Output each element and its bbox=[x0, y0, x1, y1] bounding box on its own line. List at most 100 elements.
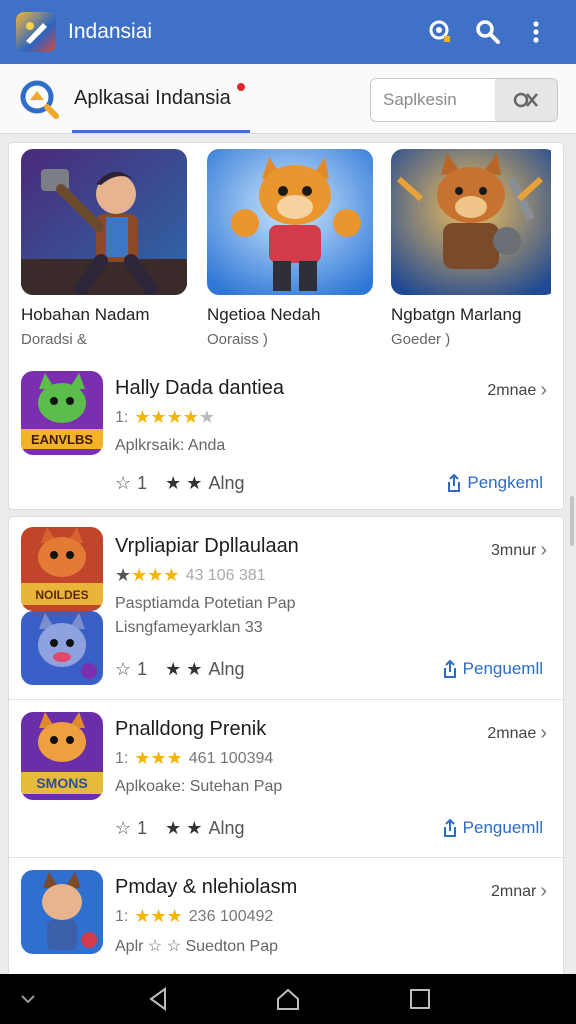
star-icon: ★ ★ bbox=[165, 473, 203, 493]
list-item[interactable]: EANVLBS Hally Dada dantiea 1: ★★★★★ Aplk… bbox=[9, 369, 565, 509]
app-logo-icon[interactable] bbox=[16, 12, 56, 52]
timestamp[interactable]: 2mnar › bbox=[491, 880, 547, 903]
timestamp[interactable]: 2mnae › bbox=[487, 722, 547, 745]
more-vert-icon[interactable] bbox=[512, 8, 560, 56]
timestamp[interactable]: 3mnur › bbox=[491, 539, 547, 562]
app-title: Vrpliapiar Dpllaulaan bbox=[115, 535, 299, 557]
app-icon: EANVLBS bbox=[21, 371, 103, 455]
app-subtitle: Aplr ☆ ☆ Suedton Pap bbox=[115, 938, 278, 955]
featured-app-1-name: Hobahan Nadam bbox=[21, 305, 150, 324]
timestamp-label: 2mnae bbox=[487, 724, 537, 742]
clear-search-button[interactable] bbox=[495, 79, 557, 121]
app-icon-secondary bbox=[21, 611, 103, 685]
timestamp-label: 2mnar bbox=[490, 882, 537, 900]
search-input[interactable] bbox=[371, 79, 495, 121]
footer-rating: ☆ 1 ★ ★ Alng bbox=[115, 659, 244, 680]
footer-count: 1 bbox=[137, 473, 148, 493]
rating-stars-icon: ★★★ bbox=[134, 906, 183, 926]
app-icon: SMONS bbox=[21, 712, 103, 800]
scrollbar-thumb[interactable] bbox=[570, 496, 574, 546]
featured-app-3-artwork bbox=[391, 149, 557, 295]
footer-label: Alng bbox=[208, 473, 245, 493]
featured-app-2[interactable]: Ngetioa Nedah Ooraiss ) bbox=[207, 149, 377, 348]
footer-label: Alng bbox=[208, 659, 245, 679]
timestamp-label: 3mnur bbox=[490, 541, 537, 559]
search-box bbox=[370, 78, 558, 122]
app-icon: NOILDES bbox=[21, 527, 103, 611]
featured-app-1-artwork bbox=[21, 149, 187, 295]
footer-count: 1 bbox=[137, 659, 148, 679]
app-title: Pnalldong Prenik bbox=[115, 718, 267, 740]
featured-app-1[interactable]: Hobahan Nadam Doradsi & bbox=[21, 149, 191, 348]
featured-app-3[interactable]: Ngbatgn Marlang Goeder ) bbox=[391, 149, 561, 348]
search-logo-icon bbox=[18, 78, 60, 120]
app-icon-badge-text: EANVLBS bbox=[31, 432, 93, 447]
app-subtitle-2: Lisngfameyarklan 33 bbox=[115, 619, 263, 636]
rating-count: 461 100394 bbox=[188, 749, 274, 767]
rating: 1: ★★★ 236 100492 bbox=[115, 906, 273, 927]
install-button[interactable]: Pengkeml bbox=[447, 473, 543, 493]
list-item[interactable]: SMONS Pnalldong Prenik 1: ★★★ 461 100394… bbox=[9, 700, 565, 856]
app-subtitle: Aplkrsaik: Anda bbox=[115, 437, 226, 454]
featured-card: Hobahan Nadam Doradsi & Ngetioa Nedah Oo… bbox=[8, 142, 564, 510]
app-bar: Indansiai bbox=[0, 0, 576, 64]
star-outline-icon: ☆ bbox=[115, 659, 132, 679]
rating-prefix: 1: bbox=[115, 408, 129, 426]
star-icon: ★ ★ bbox=[165, 818, 203, 838]
list-item[interactable]: Pmday & nlehiolasm 1: ★★★ 236 100492 Apl… bbox=[9, 858, 565, 987]
featured-app-2-name: Ngetioa Nedah bbox=[207, 305, 321, 324]
rating-count: 43 106 381 bbox=[185, 566, 266, 584]
app-title: Pmday & nlehiolasm bbox=[115, 876, 298, 898]
tab-indicator bbox=[72, 130, 250, 133]
star-outline-icon: ☆ bbox=[115, 473, 132, 493]
featured-app-3-name: Ngbatgn Marlang bbox=[391, 305, 522, 324]
section-title-label: Aplkasai Indansia bbox=[74, 87, 231, 109]
featured-app-2-artwork bbox=[207, 149, 373, 295]
install-button[interactable]: Penguemll bbox=[443, 818, 543, 838]
recents-icon[interactable] bbox=[398, 974, 442, 1024]
install-label: Penguemll bbox=[462, 659, 543, 678]
location-icon[interactable] bbox=[416, 8, 464, 56]
app-icon-badge-text: NOILDES bbox=[35, 588, 88, 602]
nav-collapse-icon[interactable] bbox=[8, 974, 48, 1024]
install-label: Penguemll bbox=[462, 818, 543, 837]
timestamp-label: 2mnae bbox=[487, 381, 537, 399]
list-item[interactable]: NOILDES Vrpliapiar Dpllaulaan ★★★★ 43 10… bbox=[9, 517, 565, 699]
featured-app-2-sub: Ooraiss ) bbox=[207, 331, 268, 348]
install-label: Pengkeml bbox=[467, 473, 543, 492]
rating-stars-icon: ★★★★ bbox=[115, 565, 180, 585]
app-title: Hally Dada dantiea bbox=[115, 377, 284, 399]
chevron-right-icon: › bbox=[540, 539, 547, 561]
rating-prefix: 1: bbox=[115, 749, 129, 767]
rating-prefix: 1: bbox=[115, 907, 129, 925]
install-icon bbox=[443, 660, 456, 678]
clear-icon bbox=[513, 92, 538, 108]
home-icon[interactable] bbox=[266, 974, 310, 1024]
notification-dot bbox=[234, 81, 247, 93]
app-title: Indansiai bbox=[68, 20, 153, 43]
rating: ★★★★ 43 106 381 bbox=[115, 565, 266, 586]
chevron-right-icon: › bbox=[540, 379, 547, 401]
featured-app-3-sub: Goeder ) bbox=[391, 331, 451, 348]
back-icon[interactable] bbox=[136, 974, 180, 1024]
rating-stars-icon: ★★★ bbox=[134, 748, 183, 768]
search-icon[interactable] bbox=[464, 8, 512, 56]
star-outline-icon: ☆ bbox=[115, 818, 132, 838]
rating-count: 236 100492 bbox=[188, 907, 274, 925]
app-icon-badge-text: SMONS bbox=[36, 775, 87, 791]
rating: 1: ★★★★★ bbox=[115, 407, 215, 428]
rating: 1: ★★★ 461 100394 bbox=[115, 748, 273, 769]
rating-stars-icon: ★★★★★ bbox=[134, 407, 216, 427]
chevron-right-icon: › bbox=[540, 880, 547, 902]
timestamp[interactable]: 2mnae › bbox=[487, 379, 547, 402]
install-button[interactable]: Penguemll bbox=[443, 659, 543, 679]
footer-count: 1 bbox=[137, 818, 148, 838]
app-icon bbox=[21, 870, 103, 954]
star-icon: ★ ★ bbox=[165, 659, 203, 679]
app-subtitle: Aplkoake: Sutehan Pap bbox=[115, 778, 283, 795]
install-icon bbox=[443, 819, 456, 837]
app-list-card: NOILDES Vrpliapiar Dpllaulaan ★★★★ 43 10… bbox=[8, 516, 565, 987]
section-title-tab[interactable]: Aplkasai Indansia bbox=[74, 81, 247, 110]
featured-carousel[interactable]: Hobahan Nadam Doradsi & Ngetioa Nedah Oo… bbox=[9, 143, 565, 357]
install-icon bbox=[448, 474, 461, 492]
